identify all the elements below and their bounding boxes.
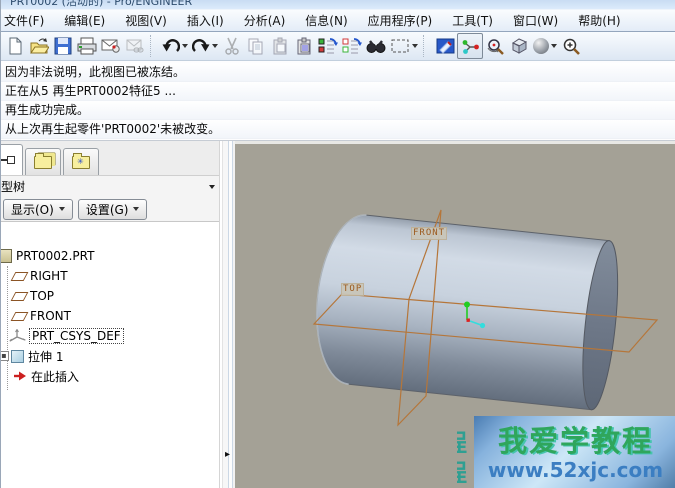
model-tree-icon — [1, 155, 15, 165]
print-icon[interactable] — [75, 34, 99, 58]
tree-item-extrude[interactable]: ▪ 拉伸 1 — [1, 346, 219, 366]
message-line: 再生成功完成。 — [1, 101, 675, 120]
tab-favorites[interactable]: ✳ — [63, 148, 99, 175]
top-plane-label[interactable]: TOP — [341, 283, 364, 296]
menu-info[interactable]: 信息(N) — [295, 10, 357, 31]
menu-insert[interactable]: 插入(I) — [177, 10, 234, 31]
part-icon — [1, 249, 12, 263]
cut-icon[interactable] — [220, 34, 244, 58]
copy-icon[interactable] — [244, 34, 268, 58]
graphics-viewport[interactable]: FRONT TOP 程 程 我爱学教程 www.52xjc.com — [235, 141, 675, 488]
favorites-folder-icon: ✳ — [72, 156, 90, 169]
settings-button[interactable]: 设置(G) — [78, 199, 148, 220]
sash-collapse-arrow[interactable]: ▸ — [223, 447, 232, 463]
proe-window: PRT0002 (活动的) - Pro/ENGINEER 文件(F) 编辑(E)… — [0, 0, 675, 488]
regenerate-icon[interactable] — [316, 34, 340, 58]
folder-browser-icon — [34, 156, 52, 169]
send-email-icon[interactable] — [99, 34, 123, 58]
new-icon[interactable] — [3, 34, 27, 58]
named-views-icon[interactable] — [507, 34, 531, 58]
tree-item-right-plane[interactable]: RIGHT — [1, 266, 219, 286]
datum-plane-icon — [11, 292, 29, 301]
tree-header-dropdown-caret[interactable] — [209, 185, 215, 189]
regenerate-set-icon[interactable] — [340, 34, 364, 58]
tree-item-insert-here[interactable]: 在此插入 — [1, 366, 219, 386]
datum-plane-icon — [11, 312, 29, 321]
menu-edit[interactable]: 编辑(E) — [54, 10, 115, 31]
tree-item-front-plane[interactable]: FRONT — [1, 306, 219, 326]
menu-help[interactable]: 帮助(H) — [568, 10, 630, 31]
menu-window[interactable]: 窗口(W) — [503, 10, 568, 31]
csys-display-toggle[interactable] — [457, 33, 483, 59]
insert-here-icon — [13, 370, 27, 382]
reorient-view-icon[interactable] — [483, 34, 507, 58]
menu-tools[interactable]: 工具(T) — [442, 10, 503, 31]
undo-button[interactable] — [160, 34, 190, 58]
title-bar[interactable]: PRT0002 (活动的) - Pro/ENGINEER — [1, 0, 675, 10]
shading-style-button[interactable] — [531, 34, 559, 58]
select-box-dropdown-caret[interactable] — [412, 44, 418, 48]
shading-dropdown-caret[interactable] — [551, 44, 557, 48]
zoom-in-icon[interactable] — [559, 34, 583, 58]
model-tree: PRT0002.PRT RIGHT TOP FRONT PRT_CSYS_DEF — [1, 222, 219, 488]
undo-dropdown-caret[interactable] — [182, 44, 188, 48]
message-line: 正在从5 再生PRT0002特征5 ... — [1, 82, 675, 101]
expand-icon[interactable]: ▪ — [1, 351, 9, 361]
datum-plane-icon — [11, 272, 29, 281]
extrude-feature-icon — [11, 350, 24, 363]
menu-bar: 文件(F) 编辑(E) 视图(V) 插入(I) 分析(A) 信息(N) 应用程序… — [0, 10, 675, 32]
tree-button-row: 显示(O) 设置(G) — [1, 197, 219, 222]
menu-analysis[interactable]: 分析(A) — [234, 10, 296, 31]
toolbar-separator — [423, 35, 430, 57]
redo-dropdown-caret[interactable] — [212, 44, 218, 48]
tab-model-tree[interactable] — [1, 144, 23, 175]
select-box-button[interactable] — [388, 34, 420, 58]
redo-button[interactable] — [190, 34, 220, 58]
tree-item-top-plane[interactable]: TOP — [1, 286, 219, 306]
message-line: 从上次再生起零件'PRT0002'未被改变。 — [1, 120, 675, 139]
paste-special-icon[interactable] — [292, 34, 316, 58]
menu-view[interactable]: 视图(V) — [115, 10, 177, 31]
tab-folder-browser[interactable] — [25, 148, 61, 175]
navigator-tabs: ✳ — [1, 141, 219, 176]
main-area: ✳ 型树 显示(O) 设置(G) PRT0002.PRT RIGHT — [1, 141, 675, 488]
watermark-clipped-text: 程 程 — [457, 428, 474, 488]
window-title: PRT0002 (活动的) - Pro/ENGINEER — [1, 0, 675, 9]
tree-item-part[interactable]: PRT0002.PRT — [1, 246, 219, 266]
message-area: 因为非法说明，此视图已被冻结。 正在从5 再生PRT0002特征5 ... 再生… — [1, 61, 675, 141]
find-icon[interactable] — [364, 34, 388, 58]
mail-link-icon[interactable] — [123, 34, 147, 58]
csys-icon — [9, 329, 26, 344]
model-tree-title: 型树 — [1, 178, 25, 195]
toolbar-separator — [150, 35, 157, 57]
repaint-icon[interactable] — [433, 34, 457, 58]
tree-item-csys[interactable]: PRT_CSYS_DEF — [1, 326, 219, 346]
menu-applications[interactable]: 应用程序(P) — [358, 10, 443, 31]
navigator-splitter[interactable]: ▸ — [220, 141, 235, 488]
watermark-overlay: 我爱学教程 www.52xjc.com — [474, 416, 675, 488]
message-line: 因为非法说明，此视图已被冻结。 — [1, 63, 675, 82]
front-plane-label[interactable]: FRONT — [411, 227, 447, 240]
watermark-title: 我爱学教程 — [474, 425, 675, 457]
menu-file[interactable]: 文件(F) — [0, 10, 54, 31]
save-icon[interactable] — [51, 34, 75, 58]
open-icon[interactable] — [27, 34, 51, 58]
shaded-sphere-icon — [533, 38, 549, 54]
watermark-url: www.52xjc.com — [474, 457, 675, 483]
show-button[interactable]: 显示(O) — [3, 199, 73, 220]
model-tree-header: 型树 — [1, 176, 219, 197]
navigator-panel: ✳ 型树 显示(O) 设置(G) PRT0002.PRT RIGHT — [1, 141, 220, 488]
main-toolbar — [1, 32, 675, 61]
paste-icon[interactable] — [268, 34, 292, 58]
